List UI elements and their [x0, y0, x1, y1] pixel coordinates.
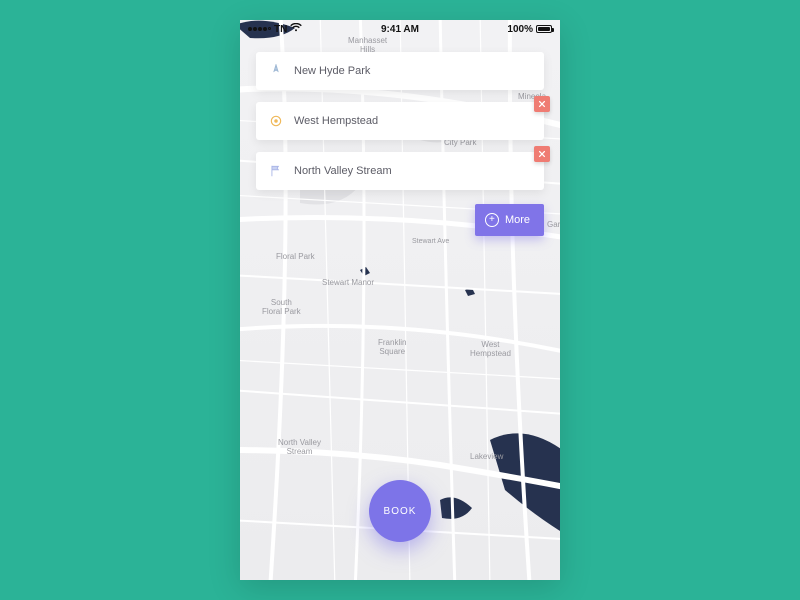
destination-card[interactable]: North Valley Stream	[256, 152, 544, 190]
destination-cards: New Hyde Park West Hempstead North Valle…	[256, 52, 544, 202]
gps-icon	[268, 63, 284, 79]
book-button-label: BOOK	[384, 506, 417, 517]
flag-icon	[268, 163, 284, 179]
remove-destination-button[interactable]	[534, 96, 550, 112]
destination-label: New Hyde Park	[294, 65, 370, 77]
destination-label: North Valley Stream	[294, 165, 392, 177]
book-button[interactable]: BOOK	[369, 480, 431, 542]
destination-label: West Hempstead	[294, 115, 378, 127]
phone-frame: ManhassetHills Mineola City Park Floral …	[240, 20, 560, 580]
status-time: 9:41 AM	[240, 24, 560, 35]
more-button-label: More	[505, 214, 530, 226]
target-icon	[268, 113, 284, 129]
status-bar: TN 9:41 AM 100%	[240, 20, 560, 38]
remove-destination-button[interactable]	[534, 146, 550, 162]
plus-circle-icon: +	[485, 213, 499, 227]
destination-card[interactable]: West Hempstead	[256, 102, 544, 140]
battery-icon	[536, 25, 552, 33]
more-button[interactable]: + More	[475, 204, 544, 236]
destination-card[interactable]: New Hyde Park	[256, 52, 544, 90]
